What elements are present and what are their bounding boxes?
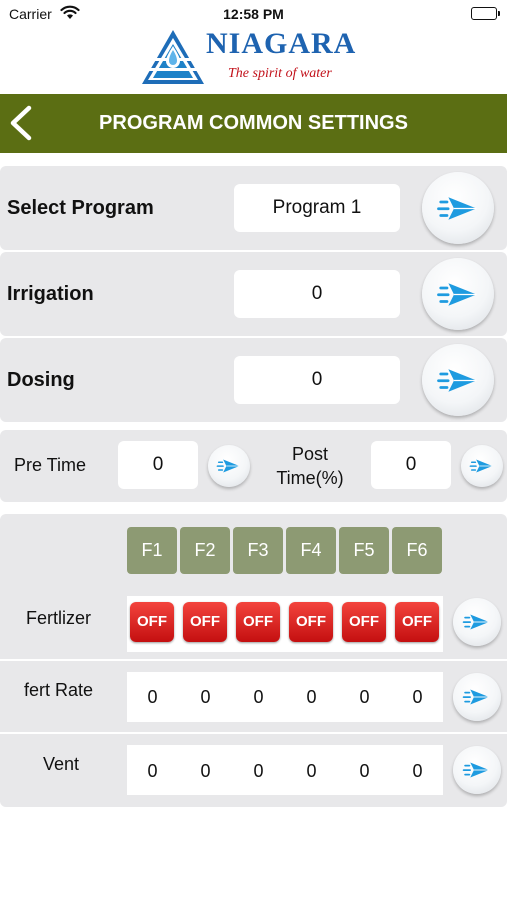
paper-plane-send-icon: [462, 607, 492, 637]
pre-time-input[interactable]: 0: [118, 441, 198, 489]
chevron-left-icon: [4, 105, 40, 150]
dosing-label: Dosing: [7, 369, 75, 391]
dosing-send-button[interactable]: [422, 344, 494, 416]
paper-plane-send-icon: [436, 358, 481, 403]
pre-time-send-button[interactable]: [208, 445, 250, 487]
vent-field[interactable]: 0: [126, 761, 179, 782]
select-program-send-button[interactable]: [422, 172, 494, 244]
status-bar: Carrier 12:58 PM: [0, 0, 507, 28]
post-time-input[interactable]: 0: [371, 441, 451, 489]
fertilizer-card: F1 F2 F3 F4 F5 F6 Fertlizer OFF OFF OFF OFF OFF OF…: [0, 514, 507, 807]
fert-rate-field[interactable]: 0: [126, 687, 179, 708]
page-title: PROGRAM COMMON SETTINGS: [99, 112, 408, 134]
divider: [0, 659, 507, 661]
divider: [0, 732, 507, 734]
niagara-logo: NIAGARA The spirit of water: [140, 26, 370, 88]
paper-plane-send-icon: [436, 186, 481, 231]
fert-rate-field[interactable]: 0: [391, 687, 444, 708]
fert-rate-field[interactable]: 0: [232, 687, 285, 708]
pre-time-label: Pre Time: [14, 455, 87, 475]
paper-plane-send-icon: [216, 453, 242, 479]
program-select[interactable]: Program 1: [234, 184, 400, 232]
channel-tag: F4: [286, 527, 336, 574]
fertilizer-label: Fertlizer: [26, 608, 92, 628]
irrigation-input[interactable]: 0: [234, 270, 400, 318]
dosing-card: Dosing 0: [0, 338, 507, 422]
vent-field[interactable]: 0: [232, 761, 285, 782]
paper-plane-send-icon: [462, 755, 492, 785]
post-time-send-button[interactable]: [461, 445, 503, 487]
fertilizer-toggle-button[interactable]: OFF: [183, 602, 227, 642]
post-time-label: Post Time(%): [276, 444, 344, 488]
fert-rate-field[interactable]: 0: [338, 687, 391, 708]
channel-tag: F5: [339, 527, 389, 574]
fertilizer-toggle-button[interactable]: OFF: [395, 602, 439, 642]
vent-label: Vent: [43, 754, 80, 774]
fert-rate-send-button[interactable]: [453, 673, 501, 721]
brand-tagline: The spirit of water: [228, 66, 332, 81]
fertilizer-toggle-button[interactable]: OFF: [130, 602, 174, 642]
vent-field[interactable]: 0: [391, 761, 444, 782]
paper-plane-send-icon: [469, 453, 495, 479]
vent-send-button[interactable]: [453, 746, 501, 794]
page-header: PROGRAM COMMON SETTINGS: [0, 94, 507, 153]
vent-field[interactable]: 0: [338, 761, 391, 782]
channel-tag: F2: [180, 527, 230, 574]
fert-rate-field[interactable]: 0: [179, 687, 232, 708]
dosing-input[interactable]: 0: [234, 356, 400, 404]
fertilizer-send-button[interactable]: [453, 598, 501, 646]
vent-field[interactable]: 0: [179, 761, 232, 782]
irrigation-card: Irrigation 0: [0, 252, 507, 336]
fertilizer-toggle-button[interactable]: OFF: [342, 602, 386, 642]
paper-plane-send-icon: [462, 682, 492, 712]
battery-icon: [471, 7, 500, 20]
channel-tag: F1: [127, 527, 177, 574]
channel-tag: F6: [392, 527, 442, 574]
brand-name: NIAGARA: [206, 27, 357, 60]
irrigation-send-button[interactable]: [422, 258, 494, 330]
clock: 12:58 PM: [223, 6, 284, 22]
fert-rate-label: fert Rate: [24, 680, 94, 700]
water-drop-pyramid-icon: [140, 28, 206, 91]
irrigation-label: Irrigation: [7, 283, 94, 305]
select-program-label: Select Program: [7, 197, 154, 219]
paper-plane-send-icon: [436, 272, 481, 317]
timing-card: Pre Time 0 Post Time(%) 0: [0, 430, 507, 502]
fert-rate-field[interactable]: 0: [285, 687, 338, 708]
fertilizer-toggle-button[interactable]: OFF: [236, 602, 280, 642]
fertilizer-toggle-button[interactable]: OFF: [289, 602, 333, 642]
vent-field[interactable]: 0: [285, 761, 338, 782]
channel-tag: F3: [233, 527, 283, 574]
select-program-card: Select Program Program 1: [0, 166, 507, 250]
